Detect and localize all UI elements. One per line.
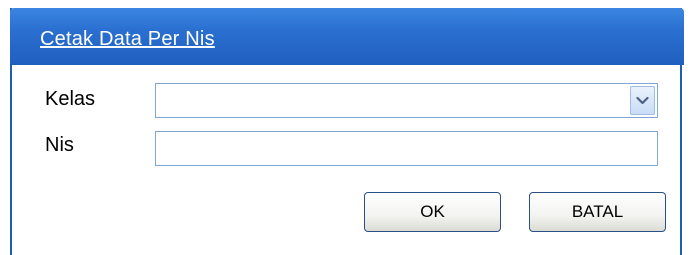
ok-button[interactable]: OK: [364, 192, 501, 232]
kelas-dropdown-button[interactable]: [630, 86, 655, 115]
dialog-titlebar[interactable]: Cetak Data Per Nis: [10, 8, 684, 65]
print-dialog: Cetak Data Per Nis Kelas Nis OK BATAL: [10, 8, 684, 255]
dialog-title: Cetak Data Per Nis: [40, 28, 215, 50]
kelas-label: Kelas: [45, 88, 96, 110]
nis-input[interactable]: [155, 131, 658, 166]
kelas-select[interactable]: [155, 83, 658, 118]
batal-button[interactable]: BATAL: [529, 192, 666, 232]
nis-label: Nis: [45, 134, 74, 156]
chevron-down-icon: [636, 96, 649, 105]
